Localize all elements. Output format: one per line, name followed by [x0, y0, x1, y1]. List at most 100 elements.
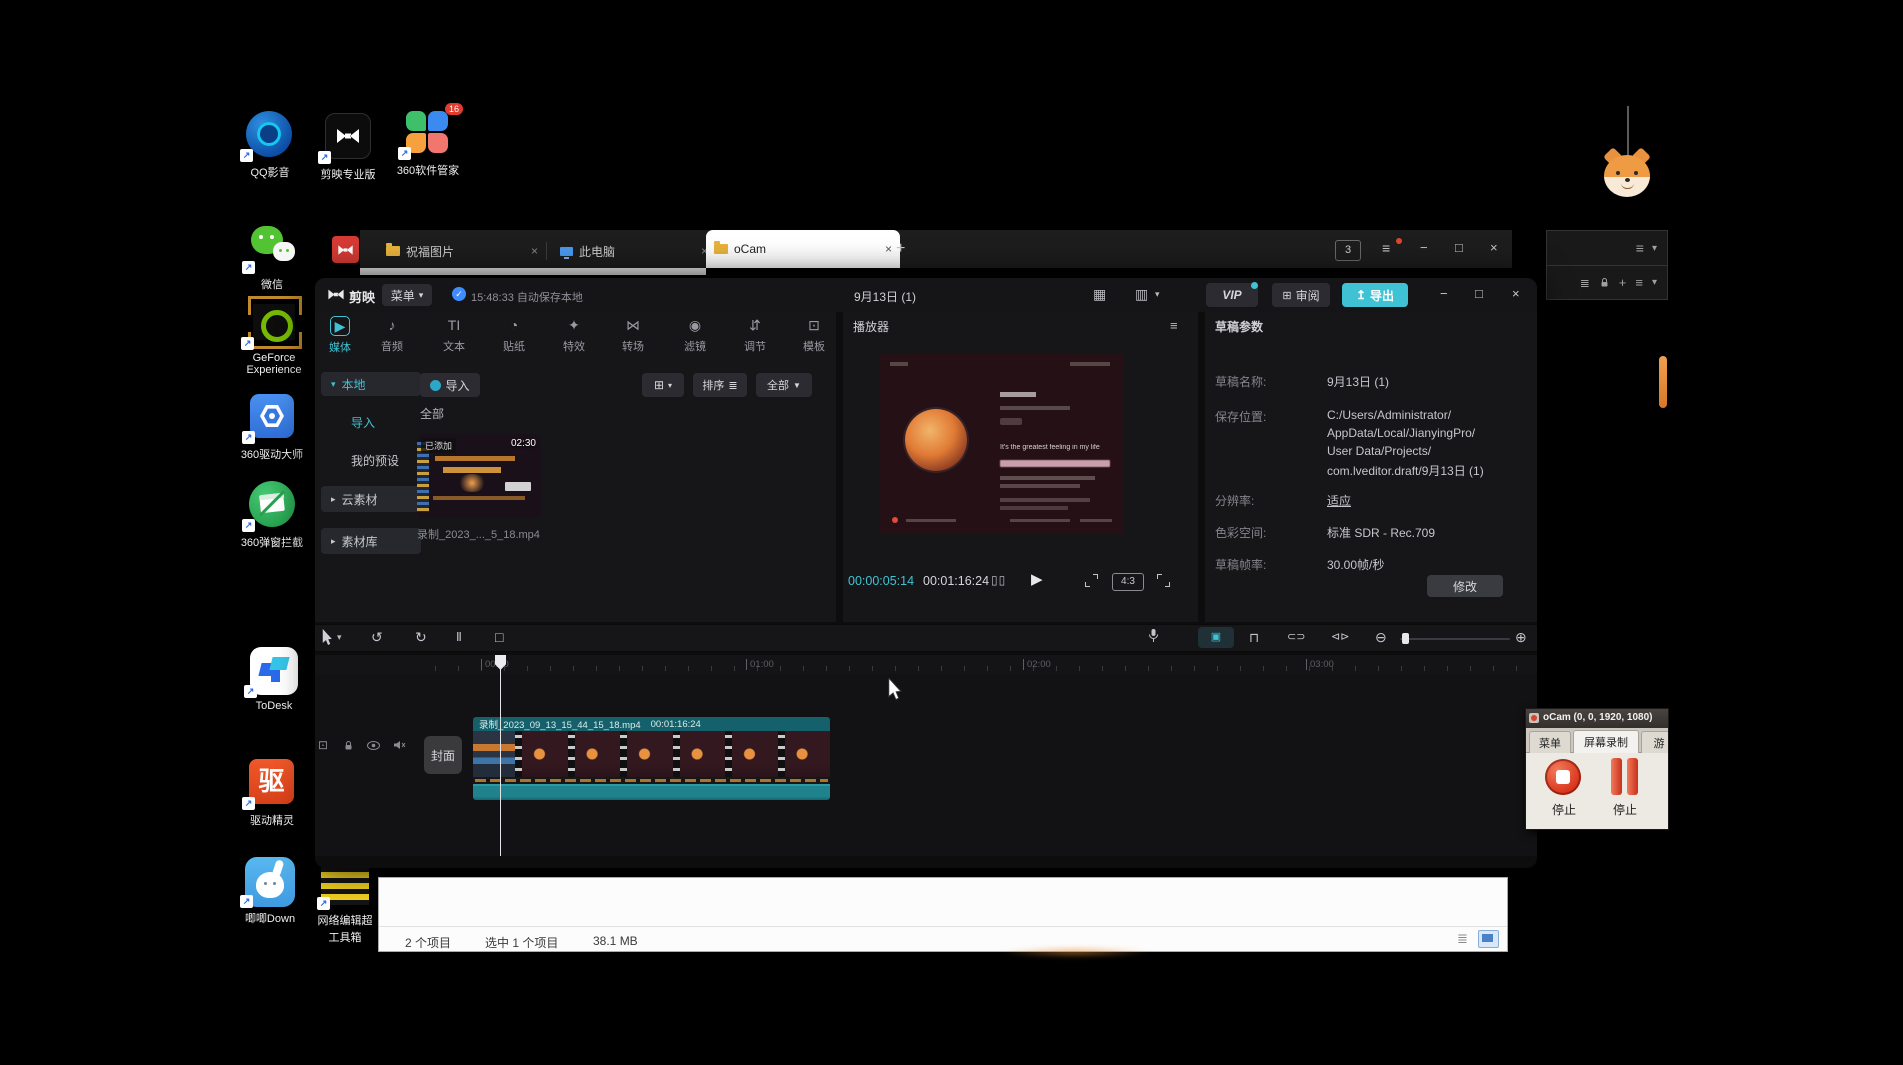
tab-sticker[interactable]: ◔ 贴纸 [491, 316, 537, 354]
explorer-tab-ocam[interactable]: oCam × [706, 230, 900, 268]
desktop-icon-360-popup[interactable]: ↗ 360弹窗拦截 [234, 480, 310, 550]
shiba-pet[interactable] [1604, 155, 1650, 197]
tab-close-icon[interactable]: × [531, 244, 538, 258]
filter-button[interactable]: 全部 ▼ [756, 373, 812, 397]
tab-template[interactable]: ⊡ 模板 [791, 316, 837, 354]
explorer-maximize-button[interactable]: □ [1455, 240, 1463, 255]
play-button[interactable]: ▶ [1031, 570, 1043, 588]
mirror-preview-icon[interactable]: ▯▯ [991, 573, 1006, 587]
shortcut-arrow-icon: ↗ [240, 895, 253, 908]
fit-preview-icon[interactable] [1085, 574, 1098, 587]
aspect-ratio-button[interactable]: 4:3 [1112, 573, 1144, 591]
ocam-tab-screen-record[interactable]: 屏幕录制 [1573, 730, 1639, 753]
link-icon[interactable]: ⊂⊃ [1287, 630, 1305, 643]
sidebar-item-local[interactable]: ▾ 本地 [321, 372, 421, 396]
chevron-down-icon[interactable]: ▾ [1652, 243, 1657, 254]
player-menu-icon[interactable]: ≡ [1170, 318, 1178, 333]
split-icon[interactable]: Ⅱ [456, 630, 462, 644]
thumbnail-view-icon[interactable] [1478, 930, 1499, 948]
zoom-out-icon[interactable]: ⊖ [1375, 629, 1387, 646]
track-toggle-icon[interactable]: ⊡ [318, 738, 328, 752]
track-mute-icon[interactable] [393, 740, 406, 750]
tab-filters[interactable]: ◉ 滤镜 [672, 316, 718, 354]
tab-effects[interactable]: ✦ 特效 [551, 316, 597, 354]
auto-snap-icon[interactable]: ⊓ [1249, 630, 1259, 646]
sidebar-item-presets[interactable]: 我的预设 [351, 452, 399, 469]
jy-minimize-button[interactable]: − [1440, 286, 1448, 301]
tab-close-icon[interactable]: × [885, 242, 892, 256]
explorer-menu-icon[interactable]: ≡ [1382, 240, 1390, 256]
details-view-icon[interactable]: ≣ [1457, 931, 1468, 947]
desktop-icon-wechat[interactable]: ↗ 微信 [232, 222, 312, 292]
tab-text[interactable]: TI 文本 [431, 316, 477, 354]
desktop-icon-web-toolbox[interactable]: ↗ 网络编辑超 工具箱 [300, 860, 390, 945]
import-button[interactable]: 导入 [420, 373, 480, 397]
sidebar-item-library[interactable]: ▸ 素材库 [321, 528, 421, 554]
chevron-down-icon[interactable]: ▾ [1652, 277, 1657, 288]
preview-axis-icon[interactable]: ⊲⊳ [1331, 630, 1349, 643]
explorer-tab-blessing-images[interactable]: 祝福图片 × [378, 235, 546, 267]
filters-icon: ◉ [686, 316, 704, 334]
jy-close-button[interactable]: × [1512, 286, 1520, 301]
desktop-icon-qq-player[interactable]: ↗ QQ影音 [230, 110, 310, 180]
redo-icon[interactable]: ↻ [415, 629, 427, 646]
sidebar-item-cloud[interactable]: ▸ 云素材 [321, 486, 421, 512]
zoom-slider-track[interactable] [1400, 638, 1510, 640]
ocam-tab-menu[interactable]: 菜单 [1529, 731, 1571, 753]
view-mode-button[interactable]: ⊞ ▾ [642, 373, 684, 397]
export-button[interactable]: ↥ 导出 [1342, 283, 1408, 307]
menu-icon[interactable]: ≡ [1635, 275, 1643, 290]
desktop-icon-geforce[interactable]: ↗ GeForce Experience [238, 296, 310, 376]
new-tab-button[interactable]: + [896, 240, 905, 258]
desktop-icon-todesk[interactable]: ↗ ToDesk [236, 646, 312, 712]
explorer-close-button[interactable]: × [1490, 240, 1498, 255]
explorer-minimize-button[interactable]: − [1420, 240, 1428, 255]
tab-audio[interactable]: ♪ 音频 [369, 316, 415, 354]
sort-button[interactable]: 排序 ≣ [693, 373, 747, 397]
modify-button[interactable]: 修改 [1427, 575, 1503, 597]
explorer-tab-this-pc[interactable]: 此电脑 × [552, 235, 716, 267]
ocam-pause-button[interactable] [1611, 758, 1622, 795]
fullscreen-icon[interactable] [1157, 574, 1170, 587]
tab-adjust[interactable]: ⇵ 调节 [732, 316, 778, 354]
record-voice-icon[interactable] [1148, 628, 1159, 644]
menu-button[interactable]: 菜单▾ [382, 284, 432, 306]
desktop-icon-360-driver[interactable]: ↗ 360驱动大师 [234, 392, 310, 462]
ocam-tab-game[interactable]: 游 [1641, 731, 1669, 753]
list-icon[interactable]: ≣ [1580, 276, 1590, 290]
sidebar-item-import[interactable]: 导入 [351, 414, 375, 431]
desktop-icon-jijidown[interactable]: ↗ 唧唧Down [230, 856, 310, 926]
menu-icon[interactable]: ≡ [1636, 240, 1644, 256]
lock-icon[interactable] [1599, 277, 1610, 288]
undo-icon[interactable]: ↺ [371, 629, 383, 646]
media-thumbnail[interactable]: 已添加 02:30 [417, 434, 541, 518]
track-lock-icon[interactable] [343, 740, 354, 751]
delete-icon[interactable]: □ [495, 629, 503, 645]
layout-icon[interactable]: ▥ [1135, 286, 1148, 303]
desktop-icon-jianying-pro[interactable]: ↗ 剪映专业版 [308, 112, 388, 182]
ruler-ticks [435, 666, 1525, 671]
zoom-slider-thumb[interactable] [1402, 633, 1409, 644]
chevron-down-icon[interactable]: ▾ [1155, 289, 1160, 300]
ocam-titlebar[interactable]: oCam (0, 0, 1920, 1080) [1526, 709, 1668, 728]
track-magnet-toggle[interactable]: ▣ [1198, 627, 1234, 648]
select-tool-icon[interactable] [321, 629, 333, 646]
ocam-stop-button[interactable] [1545, 759, 1581, 795]
ocam-pause-button-bar[interactable] [1627, 758, 1638, 795]
cover-button[interactable]: 封面 [424, 736, 462, 774]
plus-icon[interactable]: + [1619, 275, 1627, 290]
desktop-icon-360-software[interactable]: 16 ↗ 360软件管家 [386, 108, 470, 178]
desktop-icon-driver-genius[interactable]: 驱 ↗ 驱动精灵 [234, 758, 310, 828]
tab-count-badge[interactable]: 3 [1335, 240, 1361, 261]
jy-maximize-button[interactable]: □ [1475, 286, 1483, 301]
chevron-down-icon[interactable]: ▾ [337, 632, 342, 643]
zoom-in-icon[interactable]: ⊕ [1515, 629, 1527, 646]
tab-media[interactable]: ▶ 媒体 [317, 316, 363, 355]
review-button[interactable]: ⊞ 审阅 [1272, 283, 1330, 307]
player-viewport[interactable]: It's the greatest feeling in my life [880, 354, 1123, 534]
keyboard-shortcut-icon[interactable]: ▦ [1093, 286, 1106, 303]
timeline-video-clip[interactable]: 录制_2023_09_13_15_44_15_18.mp4 00:01:16:2… [473, 717, 830, 800]
tab-transition[interactable]: ⋈ 转场 [610, 316, 656, 354]
draft-resolution-value[interactable]: 适应 [1327, 492, 1351, 509]
track-visibility-icon[interactable] [367, 741, 380, 750]
